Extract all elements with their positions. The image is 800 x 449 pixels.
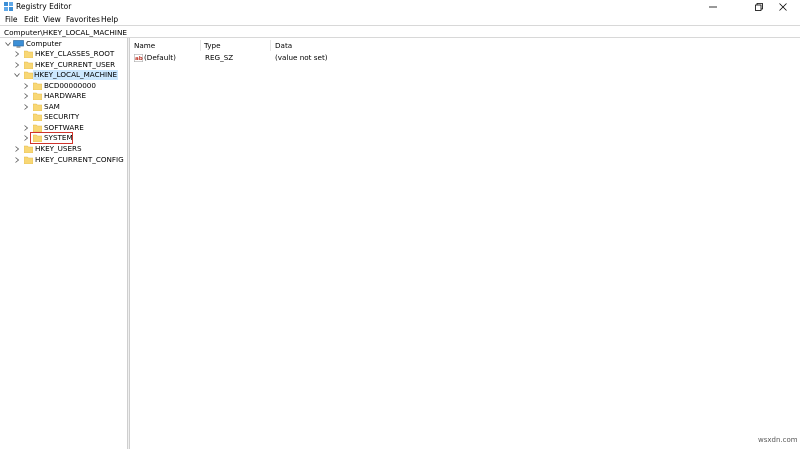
folder-icon	[33, 103, 42, 111]
menu-file[interactable]: File	[5, 15, 18, 24]
chevron-right-icon[interactable]	[14, 157, 20, 163]
address-bar[interactable]: Computer\HKEY_LOCAL_MACHINE	[0, 25, 800, 38]
tree-item-hkey-users[interactable]: HKEY_USERS	[0, 144, 127, 154]
folder-icon	[33, 92, 42, 100]
chevron-right-icon[interactable]	[14, 62, 20, 68]
close-icon	[779, 2, 787, 11]
tree-item-hkey-current-user[interactable]: HKEY_CURRENT_USER	[0, 60, 127, 70]
chevron-down-icon[interactable]	[5, 41, 11, 47]
chevron-right-icon[interactable]	[14, 51, 20, 57]
close-button[interactable]	[766, 0, 800, 13]
tree-item-sam[interactable]: SAM	[0, 102, 127, 112]
chevron-down-icon[interactable]	[14, 72, 20, 78]
tree-label-hkey-users: HKEY_USERS	[35, 144, 82, 153]
system-highlight-box	[30, 132, 73, 144]
value-name: (Default)	[144, 53, 176, 62]
menu-bar: File Edit View Favorites Help	[0, 13, 800, 25]
address-path[interactable]: Computer\HKEY_LOCAL_MACHINE	[4, 28, 127, 37]
computer-icon	[13, 40, 24, 48]
menu-help[interactable]: Help	[101, 15, 118, 24]
folder-open-icon	[24, 71, 33, 79]
value-data: (value not set)	[275, 53, 328, 62]
column-header-data[interactable]: Data	[275, 40, 292, 51]
restore-icon	[755, 2, 763, 11]
tree-label-sam: SAM	[44, 102, 60, 111]
column-header-name[interactable]: Name	[134, 40, 155, 51]
minimize-icon	[709, 6, 717, 7]
values-pane[interactable]: Name Type Data	[130, 38, 800, 449]
tree-item-security[interactable]: SECURITY	[0, 112, 127, 122]
folder-icon	[24, 156, 33, 164]
tree-label-hkey-current-user: HKEY_CURRENT_USER	[35, 60, 116, 69]
value-type: REG_SZ	[205, 53, 234, 62]
menu-favorites[interactable]: Favorites	[66, 15, 100, 24]
tree-label-hkey-local-machine: HKEY_LOCAL_MACHINE	[33, 70, 119, 80]
column-divider[interactable]	[200, 40, 201, 51]
menu-edit[interactable]: Edit	[24, 15, 39, 24]
reg-sz-icon: ab	[134, 54, 143, 62]
folder-icon	[24, 50, 33, 58]
chevron-right-icon[interactable]	[23, 83, 29, 89]
chevron-right-icon[interactable]	[23, 135, 29, 141]
folder-icon	[33, 82, 42, 90]
tree-item-hkey-classes-root[interactable]: HKEY_CLASSES_ROOT	[0, 49, 127, 59]
title-bar: Registry Editor	[0, 0, 800, 13]
minimize-button[interactable]	[696, 0, 730, 13]
folder-icon	[33, 113, 42, 121]
tree-label-computer: Computer	[26, 39, 62, 48]
tree-item-hardware[interactable]: HARDWARE	[0, 91, 127, 101]
tree-label-security: SECURITY	[44, 112, 80, 121]
column-divider[interactable]	[270, 40, 271, 51]
tree-label-bcd00000000: BCD00000000	[44, 81, 96, 90]
folder-icon	[24, 145, 33, 153]
tree-label-hardware: HARDWARE	[44, 91, 87, 100]
tree-item-bcd00000000[interactable]: BCD00000000	[0, 81, 127, 91]
chevron-right-icon[interactable]	[14, 146, 20, 152]
svg-text:ab: ab	[135, 56, 143, 62]
folder-icon	[24, 61, 33, 69]
tree-item-hkey-current-config[interactable]: HKEY_CURRENT_CONFIG	[0, 155, 127, 165]
column-header-type[interactable]: Type	[204, 40, 221, 51]
window-title: Registry Editor	[16, 2, 72, 11]
watermark: wsxdn.com	[758, 436, 798, 444]
registry-editor-icon	[4, 2, 13, 11]
tree-item-computer[interactable]: Computer	[0, 39, 127, 49]
chevron-right-icon[interactable]	[23, 125, 29, 131]
menu-view[interactable]: View	[43, 15, 61, 24]
tree-item-hkey-local-machine[interactable]: HKEY_LOCAL_MACHINE	[0, 70, 127, 80]
chevron-right-icon[interactable]	[23, 93, 29, 99]
chevron-right-icon[interactable]	[23, 104, 29, 110]
tree-label-hkey-classes-root: HKEY_CLASSES_ROOT	[35, 49, 115, 58]
folder-icon	[33, 124, 42, 132]
tree-label-hkey-current-config: HKEY_CURRENT_CONFIG	[35, 155, 124, 164]
